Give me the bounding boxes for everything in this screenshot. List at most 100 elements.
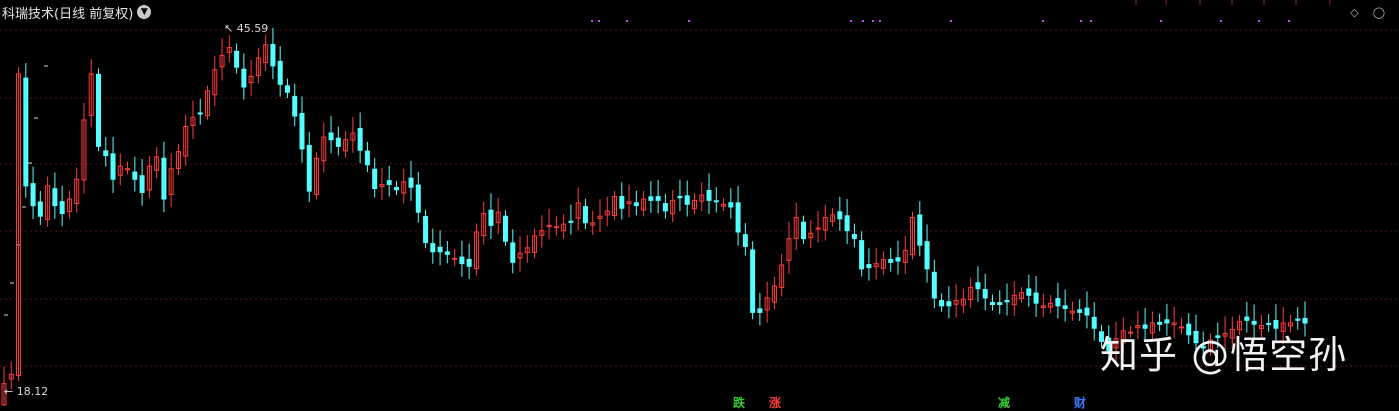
candle-body-56 <box>408 177 414 188</box>
candle-body-69 <box>503 215 509 242</box>
candle-body-129 <box>939 300 945 307</box>
candle-body-138 <box>1004 300 1010 303</box>
event-dot-14 <box>1258 20 1260 22</box>
candle-body-33 <box>241 68 247 88</box>
candle-body-171 <box>1244 316 1250 321</box>
high-price-label: ↖ 45.59 <box>224 22 269 35</box>
candle-body-70 <box>510 242 516 263</box>
candle-body-135 <box>982 288 988 299</box>
event-dot-8 <box>950 20 952 22</box>
candle-body-7 <box>52 188 58 207</box>
candle-body-51 <box>372 168 378 190</box>
candle-body-141 <box>1026 288 1032 296</box>
event-tag-0[interactable]: 跌 <box>733 394 745 411</box>
candle-body-53 <box>386 180 392 186</box>
candle-body-142 <box>1033 292 1039 304</box>
chart-title: 科瑞技术(日线 前复权) <box>2 6 134 22</box>
candle-body-89 <box>648 196 654 201</box>
event-dot-11 <box>1090 20 1092 22</box>
candle-body-14 <box>103 150 109 157</box>
candle-body-126 <box>917 214 923 246</box>
candle-body-85 <box>619 195 625 209</box>
candle-body-19 <box>139 175 145 193</box>
event-dot-13 <box>1220 20 1222 22</box>
candle-body-4 <box>30 183 36 207</box>
candle-body-17 <box>125 168 131 171</box>
event-dot-0 <box>591 20 593 22</box>
candle-body-57 <box>415 184 421 213</box>
candle-body-3 <box>23 77 29 187</box>
chart-title-bar: 科瑞技术(日线 前复权) ▼ <box>2 3 152 22</box>
diamond-icon[interactable]: ◇ <box>1350 6 1358 19</box>
candle-body-119 <box>866 264 872 269</box>
watermark-text: 知乎 @悟空孙 <box>1100 333 1348 377</box>
candle-body-8 <box>59 201 65 215</box>
candle-body-42 <box>306 144 312 192</box>
candle-body-110 <box>800 221 806 240</box>
candle-body-61 <box>444 251 450 255</box>
candle-body-75 <box>546 224 552 227</box>
candle-body-179 <box>1302 317 1308 324</box>
event-tag-3[interactable]: 财 <box>1074 394 1086 411</box>
candle-body-145 <box>1055 298 1061 307</box>
candle-body-123 <box>895 257 901 262</box>
candle-body-128 <box>931 271 937 299</box>
candle-body-146 <box>1062 305 1068 309</box>
candle-body-67 <box>488 209 494 226</box>
candle-body-64 <box>466 258 472 267</box>
candle-body-60 <box>437 246 443 253</box>
circle-icon[interactable]: ◯ <box>1373 6 1385 19</box>
event-dot-4 <box>850 20 852 22</box>
event-dot-15 <box>1288 20 1290 22</box>
candle-body-58 <box>423 216 429 244</box>
candle-body-40 <box>292 95 298 117</box>
candle-body-93 <box>677 195 683 199</box>
event-dot-1 <box>598 20 600 22</box>
candle-body-59 <box>430 243 436 253</box>
candle-body-39 <box>284 85 290 93</box>
candle-body-46 <box>335 137 341 147</box>
event-tag-1[interactable]: 涨 <box>769 394 781 411</box>
candle-body-130 <box>946 301 952 307</box>
candle-body-15 <box>110 153 116 180</box>
corner-toolbar: ◇ ◯ <box>1350 6 1385 19</box>
candle-body-22 <box>161 157 167 200</box>
candle-body-160 <box>1164 319 1170 324</box>
candle-body-136 <box>989 301 995 305</box>
event-dot-10 <box>1080 20 1082 22</box>
candle-body-13 <box>95 73 101 147</box>
candle-body-116 <box>844 215 850 232</box>
candle-body-87 <box>633 202 639 207</box>
candle-body-32 <box>234 50 240 68</box>
candle-body-62 <box>452 257 458 260</box>
candle-body-63 <box>459 256 465 265</box>
candle-body-134 <box>975 282 981 290</box>
candle-body-150 <box>1091 316 1097 329</box>
event-dot-5 <box>862 20 864 22</box>
candle-body-115 <box>837 211 843 220</box>
event-tag-2[interactable]: 减 <box>998 394 1010 411</box>
candle-body-149 <box>1084 307 1090 316</box>
candle-body-122 <box>888 258 894 263</box>
candle-body-54 <box>393 186 399 191</box>
candle-body-104 <box>757 308 763 313</box>
event-dot-2 <box>626 20 628 22</box>
candle-body-127 <box>924 241 930 270</box>
candle-body-103 <box>750 249 756 313</box>
chevron-down-icon[interactable]: ▼ <box>137 5 152 19</box>
candle-body-38 <box>277 60 283 85</box>
event-dot-3 <box>688 20 690 22</box>
candle-body-117 <box>851 234 857 240</box>
event-dot-6 <box>872 20 874 22</box>
low-price-label: ← 18.12 <box>4 385 49 398</box>
candle-body-80 <box>582 206 588 224</box>
candle-body-18 <box>132 171 138 180</box>
candle-body-178 <box>1295 318 1301 321</box>
candle-body-91 <box>662 203 668 212</box>
candle-body-41 <box>299 112 305 150</box>
candle-body-97 <box>706 189 712 201</box>
candle-body-50 <box>364 150 370 166</box>
candle-body-100 <box>728 202 734 208</box>
event-dot-7 <box>879 20 881 22</box>
candle-body-118 <box>859 240 865 270</box>
